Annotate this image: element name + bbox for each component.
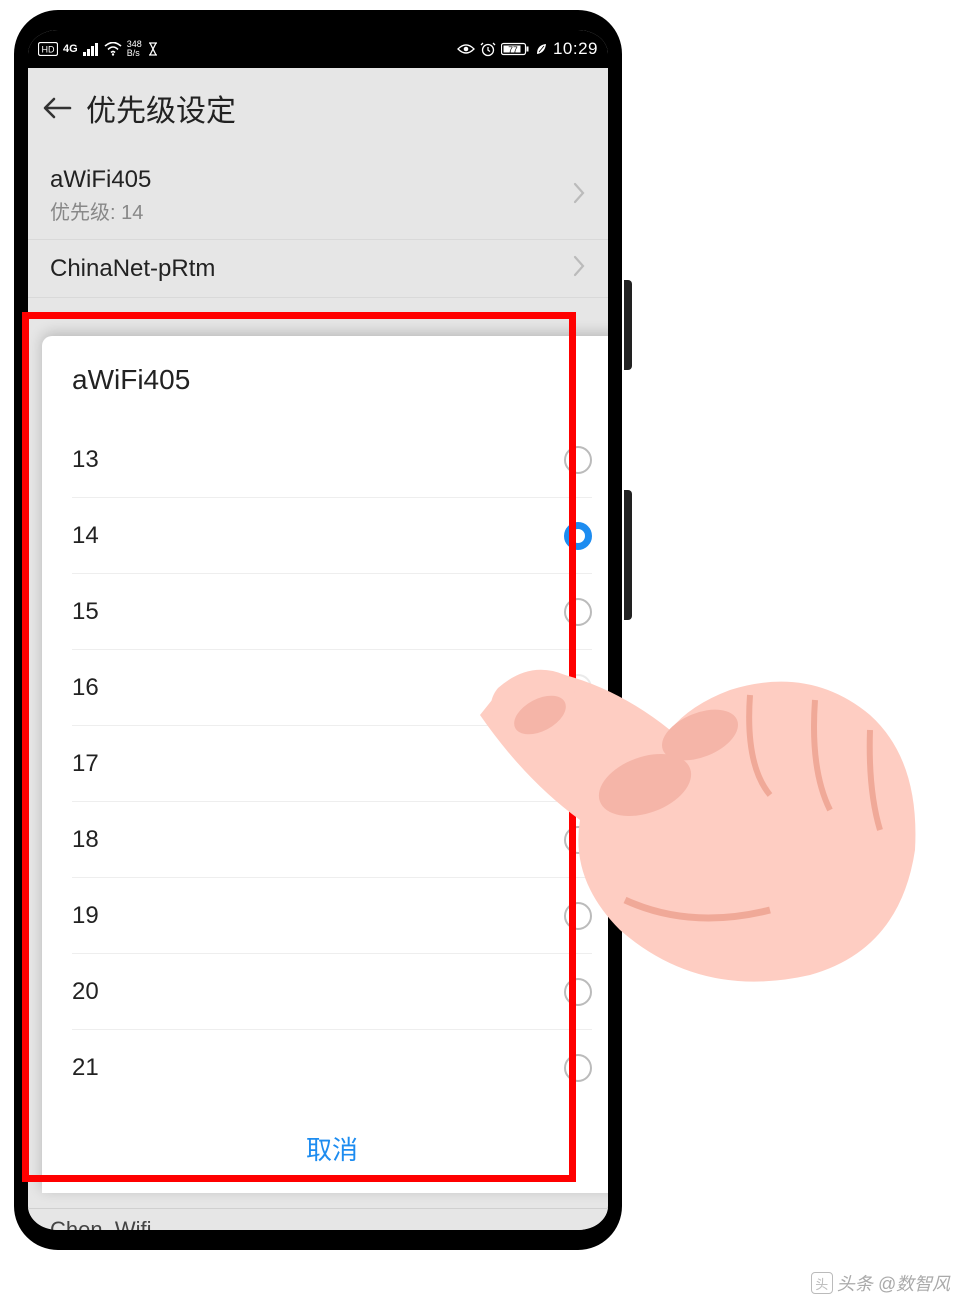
clock-time: 10:29 — [553, 39, 598, 59]
radio-selected-icon — [564, 522, 592, 550]
chevron-right-icon — [572, 254, 586, 283]
radio-icon — [564, 446, 592, 474]
battery-icon: 77 — [501, 42, 529, 56]
wifi-item-partial: Chen_Wifi — [28, 1208, 608, 1230]
page-header: 优先级设定 — [28, 68, 608, 152]
dialog-title: aWiFi405 — [42, 342, 622, 422]
cancel-button[interactable]: 取消 — [42, 1106, 622, 1193]
pointing-hand-illustration — [470, 620, 930, 1000]
signal-bars-icon — [83, 42, 99, 56]
status-bar: HD 4G 348B/s 77 — [28, 30, 608, 68]
leaf-icon — [534, 42, 548, 56]
network-speed: 348B/s — [127, 40, 142, 58]
wifi-list: aWiFi405 优先级: 14 ChinaNet-pRtm — [28, 152, 608, 298]
watermark: 头 头条 @数智风 — [811, 1270, 950, 1296]
watermark-icon: 头 — [811, 1272, 833, 1294]
radio-icon — [564, 1054, 592, 1082]
eye-icon — [457, 43, 475, 55]
wifi-name: ChinaNet-pRtm — [50, 255, 215, 283]
network-4g-icon: 4G — [63, 43, 78, 55]
wifi-name: aWiFi405 — [50, 166, 151, 194]
wifi-item-awifi405[interactable]: aWiFi405 优先级: 14 — [28, 152, 608, 240]
phone-side-button — [624, 490, 632, 620]
chevron-right-icon — [572, 181, 586, 210]
alarm-icon — [480, 41, 496, 57]
option-14[interactable]: 14 — [72, 498, 592, 574]
phone-side-button — [624, 280, 632, 370]
back-button[interactable] — [42, 93, 72, 123]
wifi-item-chinanet[interactable]: ChinaNet-pRtm — [28, 240, 608, 298]
hourglass-icon — [147, 42, 159, 56]
option-21[interactable]: 21 — [72, 1030, 592, 1106]
svg-text:HD: HD — [42, 45, 55, 55]
hd-icon: HD — [38, 42, 58, 56]
option-13[interactable]: 13 — [72, 422, 592, 498]
svg-text:77: 77 — [508, 45, 518, 55]
wifi-icon — [104, 42, 122, 56]
wifi-priority: 优先级: 14 — [50, 196, 151, 225]
page-title: 优先级设定 — [86, 86, 236, 130]
